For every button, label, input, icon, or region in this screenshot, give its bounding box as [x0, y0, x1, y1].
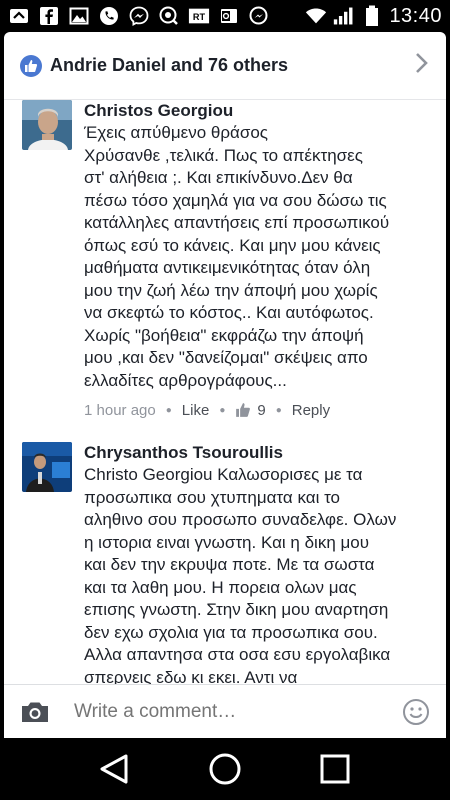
like-count: 9 [257, 401, 266, 419]
comment-author[interactable]: Chrysanthos Tsouroullis [84, 442, 432, 464]
wifi-icon [305, 6, 327, 26]
messenger-icon [248, 6, 270, 26]
reaction-count[interactable]: 9 [235, 401, 266, 419]
signal-icon [333, 6, 355, 26]
svg-text:RT: RT [193, 12, 206, 22]
like-button[interactable]: Like [182, 402, 210, 419]
clock: 13:40 [389, 4, 442, 27]
phone-icon [98, 6, 120, 26]
comment-time[interactable]: 1 hour ago [84, 402, 156, 419]
comment-item: Christos Georgiou Έχεις απύθμενο θράσος … [4, 100, 446, 422]
likes-header[interactable]: Andrie Daniel and 76 others [4, 32, 446, 100]
comment-list[interactable]: Christos Georgiou Έχεις απύθμενο θράσος … [4, 100, 446, 684]
emoji-smile-icon[interactable] [402, 698, 430, 726]
likes-summary: Andrie Daniel and 76 others [50, 55, 289, 75]
comment-composer [4, 684, 446, 738]
image-icon [68, 6, 90, 26]
thumbs-up-icon [20, 54, 42, 77]
battery-icon [361, 5, 383, 26]
avatar[interactable] [22, 442, 72, 492]
separator-dot: ● [165, 404, 172, 416]
messenger-icon [128, 6, 150, 26]
collapse-chevron-icon [8, 6, 30, 26]
rt-news-icon: RT [188, 6, 210, 26]
recents-square-icon[interactable] [313, 747, 357, 791]
outlook-icon [218, 6, 240, 26]
camera-icon[interactable] [20, 700, 50, 724]
facebook-icon [38, 6, 60, 26]
chevron-right-icon[interactable] [414, 50, 430, 81]
separator-dot: ● [275, 404, 282, 416]
comment-text: Έχεις απύθμενο θράσος Χρύσανθε ,τελικά. … [84, 123, 390, 390]
home-circle-icon[interactable] [203, 747, 247, 791]
avatar[interactable] [22, 100, 72, 150]
status-bar: RT 13:40 [0, 0, 450, 32]
thumbs-up-icon [236, 403, 251, 417]
reply-button[interactable]: Reply [292, 402, 330, 419]
comment-input[interactable] [74, 700, 402, 723]
messenger-icon [158, 6, 180, 26]
separator-dot: ● [219, 404, 226, 416]
comment-text: Christo Georgiou Καλωσορισες με τα προσω… [84, 465, 397, 684]
comment-meta: 1 hour ago ● Like ● 9 ● Reply [84, 398, 432, 422]
comment-author[interactable]: Christos Georgiou [84, 100, 432, 122]
comment-item: Chrysanthos Tsouroullis Christo Georgiou… [4, 422, 446, 684]
back-triangle-icon[interactable] [93, 747, 137, 791]
notification-icons: RT [8, 6, 270, 26]
comments-panel: Andrie Daniel and 76 others Christos Geo… [4, 32, 446, 738]
system-nav-bar [0, 738, 450, 800]
